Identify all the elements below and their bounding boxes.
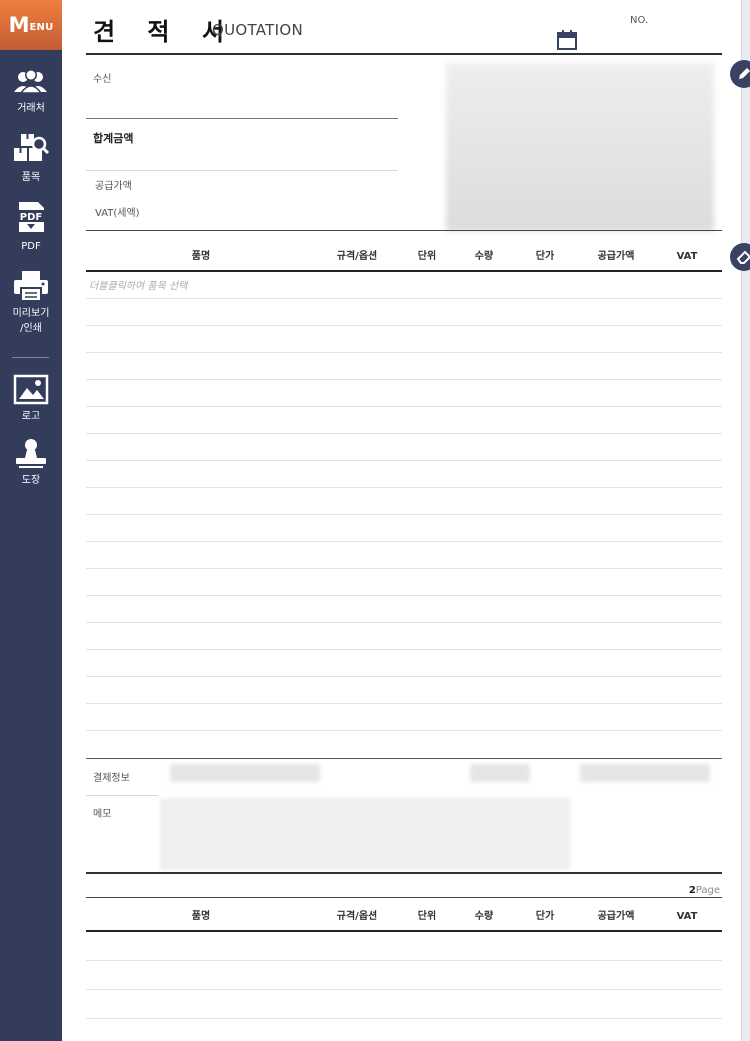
sidebar-item-stamp[interactable]: 도장 bbox=[0, 438, 62, 488]
col-header-name: 품명 bbox=[191, 251, 211, 262]
document-number-label: NO. bbox=[630, 15, 649, 26]
edit-button[interactable] bbox=[730, 60, 750, 88]
total-amount-label: 합계금액 bbox=[93, 132, 134, 145]
menu-label-small: ENU bbox=[29, 21, 54, 33]
payment-divider bbox=[86, 795, 158, 796]
sidebar-divider bbox=[12, 357, 49, 358]
payment-info-blurred-2 bbox=[470, 764, 530, 782]
printer-icon bbox=[14, 271, 48, 302]
col-header-unit: 단위 bbox=[417, 911, 437, 922]
memo-label: 메모 bbox=[93, 809, 112, 820]
pdf-icon: PDF bbox=[16, 202, 46, 232]
col-header-qty: 수량 bbox=[474, 251, 494, 262]
calendar-icon[interactable] bbox=[557, 30, 577, 50]
recipient-field-line[interactable] bbox=[86, 118, 398, 119]
sidebar-item-label: 미리보기 /인쇄 bbox=[12, 308, 50, 334]
table-row[interactable] bbox=[86, 325, 722, 326]
col-header-name: 품명 bbox=[191, 911, 211, 922]
sidebar-item-label: 로고 bbox=[21, 411, 41, 422]
stamp-icon bbox=[16, 439, 46, 468]
page2-header-bottom-rule bbox=[86, 930, 722, 932]
col-header-supply: 공급가액 bbox=[597, 911, 635, 922]
supplier-info-blurred bbox=[446, 63, 714, 231]
page-number: 2 bbox=[688, 885, 696, 896]
table-row[interactable] bbox=[86, 406, 722, 407]
sidebar-item-clients[interactable]: 거래처 bbox=[0, 66, 62, 116]
col-header-supply: 공급가액 bbox=[597, 251, 635, 262]
table-header-bottom-rule bbox=[86, 270, 722, 272]
erase-button[interactable] bbox=[730, 243, 750, 271]
col-header-price: 단가 bbox=[535, 251, 555, 262]
table-row[interactable] bbox=[86, 568, 722, 569]
col-header-price: 단가 bbox=[535, 911, 555, 922]
table-row[interactable] bbox=[86, 989, 722, 990]
right-scroll-edge bbox=[741, 0, 750, 1041]
table-row[interactable] bbox=[86, 541, 722, 542]
table-row[interactable] bbox=[86, 460, 722, 461]
header-rule bbox=[86, 53, 722, 55]
pdf-icon-text: PDF bbox=[20, 212, 42, 223]
image-icon bbox=[13, 374, 49, 405]
supply-amount-label: 공급가액 bbox=[95, 181, 132, 192]
table-row[interactable] bbox=[86, 514, 722, 515]
table-row[interactable] bbox=[86, 1018, 722, 1019]
memo-blurred[interactable] bbox=[160, 798, 570, 870]
menu-button[interactable]: M ENU bbox=[0, 0, 62, 50]
table-row[interactable] bbox=[86, 487, 722, 488]
col-header-spec: 규격/옵션 bbox=[336, 911, 378, 922]
sidebar-item-pdf[interactable]: PDF PDF bbox=[0, 200, 62, 254]
col-header-spec: 규격/옵션 bbox=[336, 251, 378, 262]
table-row[interactable] bbox=[86, 379, 722, 380]
page-suffix: Page bbox=[695, 885, 720, 896]
total-field-line bbox=[86, 170, 398, 171]
sidebar: M ENU 거래처 품목 PDF PDF 미리보기 /인쇄 로고 도장 bbox=[0, 0, 62, 1041]
table-row[interactable] bbox=[86, 622, 722, 623]
table-row[interactable] bbox=[86, 433, 722, 434]
boxes-search-icon bbox=[14, 134, 50, 161]
pencil-icon bbox=[739, 68, 750, 79]
table-row[interactable] bbox=[86, 676, 722, 677]
sidebar-item-print[interactable]: 미리보기 /인쇄 bbox=[0, 269, 62, 336]
col-header-vat: VAT bbox=[676, 251, 698, 262]
table-row[interactable] bbox=[86, 649, 722, 650]
menu-label-big: M bbox=[8, 12, 30, 37]
table-row[interactable] bbox=[86, 595, 722, 596]
sidebar-item-label: 거래처 bbox=[17, 103, 45, 114]
footer-bottom-rule bbox=[86, 872, 722, 874]
col-header-unit: 단위 bbox=[417, 251, 437, 262]
eraser-icon bbox=[736, 250, 750, 264]
table-header-top-rule bbox=[86, 230, 722, 231]
sidebar-item-items[interactable]: 품목 bbox=[0, 131, 62, 185]
payment-info-blurred-3 bbox=[580, 764, 710, 782]
payment-info-label: 결제정보 bbox=[93, 773, 130, 784]
items-table-header: 품명 규격/옵션 단위 수량 단가 공급가액 VAT bbox=[86, 243, 722, 271]
table-row[interactable] bbox=[86, 960, 722, 961]
table-row[interactable] bbox=[86, 703, 722, 704]
vat-label: VAT(세액) bbox=[95, 208, 140, 219]
payment-info-blurred bbox=[170, 764, 320, 782]
table-row[interactable] bbox=[86, 730, 722, 731]
page-indicator: 2Page bbox=[689, 885, 720, 896]
sidebar-item-label: PDF bbox=[21, 241, 41, 252]
col-header-vat: VAT bbox=[676, 911, 698, 922]
table-row[interactable] bbox=[86, 352, 722, 353]
sidebar-item-label: 도장 bbox=[21, 475, 41, 486]
footer-top-rule bbox=[86, 758, 722, 759]
table-row[interactable] bbox=[86, 298, 722, 299]
col-header-qty: 수량 bbox=[474, 911, 494, 922]
recipient-label: 수신 bbox=[93, 74, 112, 85]
clients-icon bbox=[14, 69, 47, 94]
page-subtitle: QUOTATION bbox=[212, 21, 304, 39]
page2-table-header: 품명 규격/옵션 단위 수량 단가 공급가액 VAT bbox=[86, 903, 722, 931]
page2-header-top-rule bbox=[86, 897, 722, 898]
sidebar-item-label: 품목 bbox=[21, 172, 41, 183]
select-item-placeholder[interactable]: 더블클릭하여 품목 선택 bbox=[89, 277, 187, 292]
sidebar-item-logo[interactable]: 로고 bbox=[0, 374, 62, 424]
